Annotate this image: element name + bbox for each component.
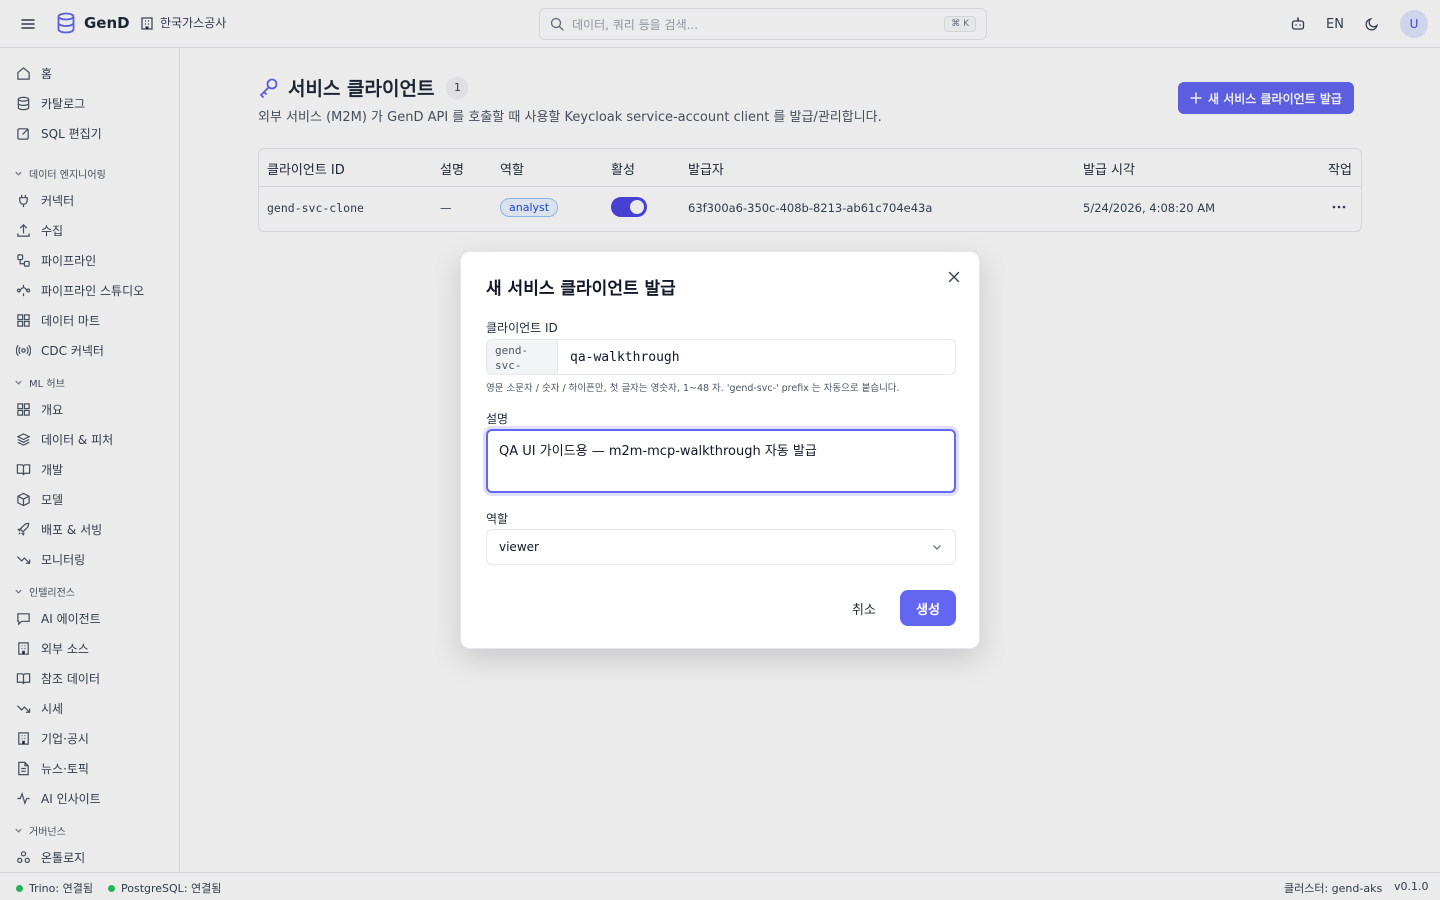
create-button[interactable]: 생성 <box>900 590 956 626</box>
chevron-down-icon <box>933 545 941 550</box>
client-id-label: 클라이언트 ID <box>486 321 558 335</box>
cancel-button[interactable]: 취소 <box>839 590 889 626</box>
dialog-title: 새 서비스 클라이언트 발급 <box>486 279 676 299</box>
role-label: 역할 <box>486 512 509 526</box>
client-id-field: gend-svc- <box>486 339 956 375</box>
client-id-input[interactable] <box>558 340 955 374</box>
description-label: 설명 <box>486 412 509 426</box>
client-id-hint: 영문 소문자 / 숫자 / 하이픈만, 첫 글자는 영숫자, 1~48 자. '… <box>486 383 900 394</box>
description-textarea[interactable]: QA UI 가이드용 — m2m-mcp-walkthrough 자동 발급 <box>486 429 956 493</box>
close-icon[interactable] <box>945 268 963 286</box>
role-select[interactable]: viewer <box>486 529 956 565</box>
client-id-prefix: gend-svc- <box>487 340 558 374</box>
new-client-dialog: 새 서비스 클라이언트 발급 클라이언트 ID gend-svc- 영문 소문자… <box>460 251 980 649</box>
role-select-value: viewer <box>499 540 539 554</box>
